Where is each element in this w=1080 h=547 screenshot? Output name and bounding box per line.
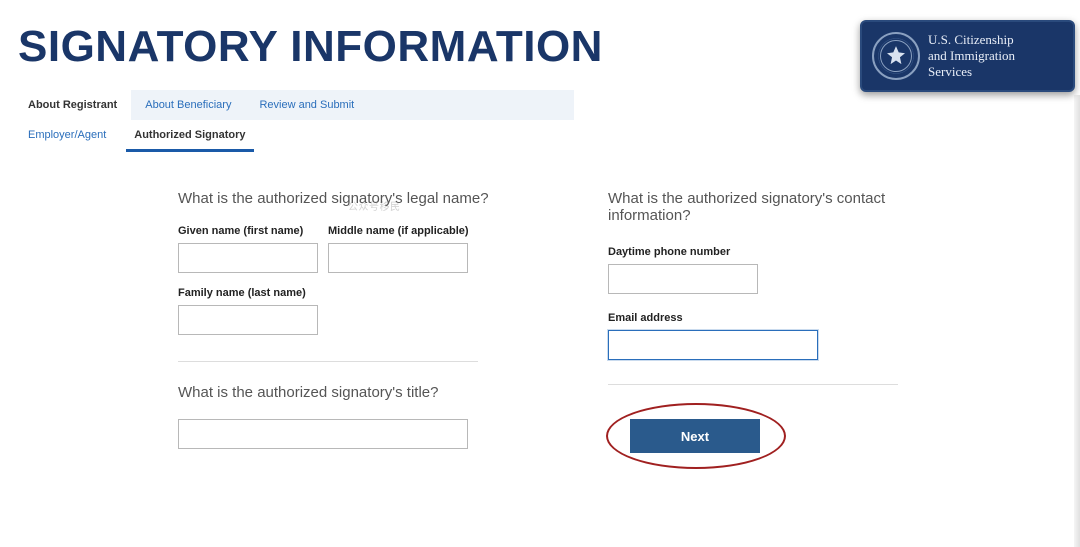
subtab-employer-agent[interactable]: Employer/Agent [14, 120, 120, 150]
divider [608, 384, 898, 385]
contact-question: What is the authorized signatory's conta… [608, 190, 938, 224]
subtab-authorized-signatory[interactable]: Authorized Signatory [120, 120, 259, 150]
phone-input[interactable] [608, 264, 758, 294]
agency-line3: Services [928, 64, 1015, 80]
agency-badge: U.S. Citizenship and Immigration Service… [860, 20, 1075, 92]
divider [178, 361, 478, 362]
agency-name: U.S. Citizenship and Immigration Service… [928, 32, 1015, 81]
left-column: What is the authorized signatory's legal… [178, 190, 648, 467]
tab-about-registrant[interactable]: About Registrant [14, 90, 131, 120]
title-input[interactable] [178, 419, 468, 449]
phone-label: Daytime phone number [608, 246, 938, 258]
legal-name-question: What is the authorized signatory's legal… [178, 190, 648, 207]
tab-about-beneficiary[interactable]: About Beneficiary [131, 90, 245, 120]
email-label: Email address [608, 312, 938, 324]
email-input[interactable] [608, 330, 818, 360]
next-wrap: Next [608, 403, 788, 467]
page-shadow [1074, 95, 1080, 547]
agency-line1: U.S. Citizenship [928, 32, 1015, 48]
form-content: What is the authorized signatory's legal… [0, 150, 1080, 467]
agency-line2: and Immigration [928, 48, 1015, 64]
family-name-label: Family name (last name) [178, 287, 318, 299]
family-name-input[interactable] [178, 305, 318, 335]
dhs-seal-icon [872, 32, 920, 80]
middle-name-label: Middle name (if applicable) [328, 225, 469, 237]
middle-name-input[interactable] [328, 243, 468, 273]
right-column: What is the authorized signatory's conta… [608, 190, 938, 467]
next-button[interactable]: Next [630, 419, 760, 453]
given-name-input[interactable] [178, 243, 318, 273]
given-name-label: Given name (first name) [178, 225, 318, 237]
title-question: What is the authorized signatory's title… [178, 384, 648, 401]
tab-review-submit[interactable]: Review and Submit [245, 90, 368, 120]
secondary-tabs: Employer/Agent Authorized Signatory [14, 120, 574, 150]
primary-tabs: About Registrant About Beneficiary Revie… [14, 90, 574, 120]
